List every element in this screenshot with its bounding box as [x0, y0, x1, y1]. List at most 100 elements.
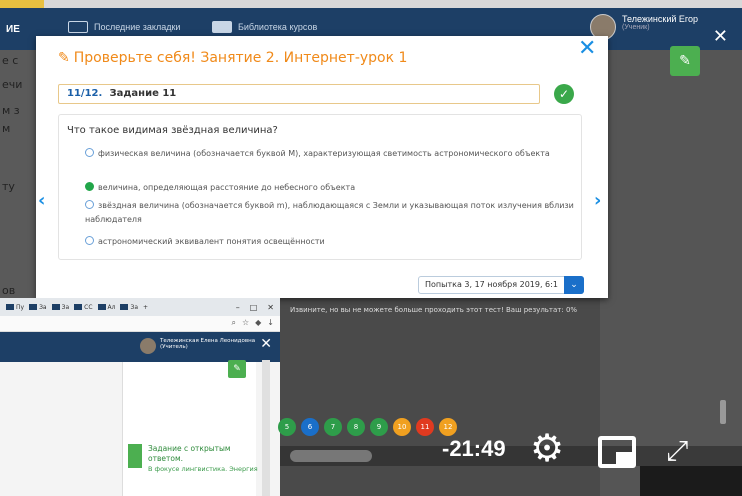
question-progress: 5 6 7 8 9 10 11 12	[278, 418, 457, 436]
modal-title-text: Проверьте себя! Занятие 2. Интернет-урок…	[73, 50, 408, 66]
browser-tab-label: СС	[84, 303, 93, 311]
tab-icon	[74, 304, 83, 310]
user-name: Тележинский Егор	[622, 14, 698, 24]
left-fragment: ечи	[2, 78, 23, 91]
modal-title: ✎ Проверьте себя! Занятие 2. Интернет-ур…	[58, 50, 407, 66]
avatar	[140, 338, 156, 354]
answer-option[interactable]: физическая величина (обозначается буквой…	[85, 147, 579, 161]
chevron-left-icon[interactable]: ‹	[38, 190, 45, 211]
window-side-panel	[122, 362, 256, 496]
quiz-modal: ✎ Проверьте себя! Занятие 2. Интернет-ур…	[36, 36, 608, 298]
radio-button-selected[interactable]	[85, 182, 94, 191]
download-icon[interactable]: ↓	[267, 318, 274, 328]
new-tab-icon[interactable]: +	[143, 304, 148, 311]
key-icon[interactable]: ✎	[670, 46, 700, 76]
left-fragment: ов	[2, 284, 16, 297]
answer-option[interactable]: астрономический эквивалент понятия освещ…	[85, 235, 579, 249]
task-icon	[128, 444, 142, 468]
task-header: 11/12. Задание 11	[58, 84, 540, 104]
browser-tab-label: За	[39, 303, 47, 311]
left-content-strip: е с ечи м з м ту ов	[0, 50, 36, 300]
os-taskbar	[640, 466, 742, 496]
close-icon[interactable]: ✕	[578, 36, 596, 61]
task-subtitle: В фокусе лингвистика. Энергия	[148, 465, 258, 473]
browser-tab[interactable]: Пу	[6, 304, 24, 311]
browser-tab-label: За	[130, 303, 138, 311]
gear-icon[interactable]: ⚙	[530, 428, 564, 468]
right-panel	[600, 50, 742, 496]
radio-button[interactable]	[85, 200, 94, 209]
close-icon[interactable]: ✕	[260, 336, 272, 352]
browser-tab[interactable]: За	[29, 304, 47, 311]
nav-recent-bookmarks[interactable]: Последние закладки	[68, 21, 180, 33]
tab-icon	[97, 304, 106, 310]
search-icon[interactable]: ⌕	[231, 318, 235, 328]
window-user-profile[interactable]: Тележинская Елена Леонидовна (Учитель)	[140, 338, 255, 354]
radio-button[interactable]	[85, 236, 94, 245]
nav-course-library-label: Библиотека курсов	[238, 22, 318, 32]
question-dot[interactable]: 8	[347, 418, 365, 436]
radio-button[interactable]	[85, 148, 94, 157]
nav-course-library[interactable]: Библиотека курсов	[212, 21, 317, 33]
browser-tab[interactable]: За	[120, 304, 138, 311]
open-answer-task[interactable]: Задание с открытым ответом. В фокусе лин…	[128, 444, 258, 474]
scrollbar-thumb[interactable]	[720, 400, 726, 424]
task-title: Задание с открытым ответом.	[148, 444, 231, 463]
minimize-icon[interactable]: –	[236, 303, 240, 312]
question-dot[interactable]: 11	[416, 418, 434, 436]
address-bar[interactable]: ⌕ ☆ ◆ ↓	[0, 316, 280, 332]
close-icon[interactable]: ✕	[267, 303, 274, 312]
left-fragment: м з	[2, 104, 20, 117]
answer-option[interactable]: звёздная величина (обозначается буквой m…	[85, 199, 579, 227]
library-icon	[212, 21, 232, 33]
tab-icon	[120, 304, 129, 310]
window-header: Тележинская Елена Леонидовна (Учитель) ✕	[0, 332, 280, 362]
browser-tab-label: За	[61, 303, 70, 311]
question-dot[interactable]: 10	[393, 418, 411, 436]
browser-tabs: Пу За За СС Ал За + – □ ✕	[0, 298, 280, 316]
seek-bar[interactable]	[290, 450, 372, 462]
star-icon[interactable]: ☆	[242, 318, 249, 328]
os-title-bar	[0, 0, 742, 8]
miniplayer-inner	[616, 452, 632, 464]
nav-recent-bookmarks-label: Последние закладки	[94, 22, 181, 32]
check-icon: ✓	[554, 84, 574, 104]
extension-icon[interactable]: ◆	[255, 318, 261, 328]
os-title-accent	[0, 0, 44, 8]
answer-option-text: величина, определяющая расстояние до неб…	[98, 183, 356, 192]
answer-option-text: звёздная величина (обозначается буквой m…	[85, 201, 574, 224]
address-bar-icons: ⌕ ☆ ◆ ↓	[231, 318, 274, 328]
question-dot[interactable]: 12	[439, 418, 457, 436]
question-dot[interactable]: 7	[324, 418, 342, 436]
chevron-down-icon[interactable]: ⌄	[564, 276, 584, 294]
answer-option[interactable]: величина, определяющая расстояние до неб…	[85, 181, 579, 195]
window-controls: – □ ✕	[236, 303, 280, 312]
tab-icon	[6, 304, 14, 310]
key-icon[interactable]: ✎	[228, 360, 246, 378]
miniplayer-icon[interactable]	[598, 436, 636, 468]
left-fragment: е с	[2, 54, 19, 67]
chevron-right-icon[interactable]: ›	[594, 190, 601, 211]
tab-icon	[51, 304, 60, 310]
close-icon[interactable]: ✕	[713, 26, 728, 47]
window-user-role: (Учитель)	[160, 344, 188, 350]
attempt-select[interactable]: Попытка 3, 17 ноября 2019, 6:1	[418, 276, 584, 294]
result-notice: Извините, но вы не можете больше проходи…	[290, 306, 578, 314]
app-brand: ИЕ	[6, 24, 20, 35]
maximize-icon[interactable]: □	[250, 303, 258, 312]
browser-tab[interactable]: СС	[74, 303, 93, 311]
left-fragment: ту	[2, 180, 15, 193]
question-dot[interactable]: 6	[301, 418, 319, 436]
browser-tab[interactable]: За	[51, 303, 70, 311]
time-remaining: -21:49	[442, 436, 506, 461]
left-fragment: м	[2, 122, 11, 135]
answer-option-text: астрономический эквивалент понятия освещ…	[98, 237, 325, 246]
fullscreen-icon[interactable]: ⤢	[666, 436, 688, 466]
bookmarks-icon	[68, 21, 88, 33]
browser-tab[interactable]: Ал	[97, 304, 115, 311]
question-dot[interactable]: 9	[370, 418, 388, 436]
window-scrollbar[interactable]	[262, 360, 270, 496]
question-text: Что такое видимая звёздная величина?	[67, 125, 278, 136]
question-dot[interactable]: 5	[278, 418, 296, 436]
tab-icon	[29, 304, 38, 310]
